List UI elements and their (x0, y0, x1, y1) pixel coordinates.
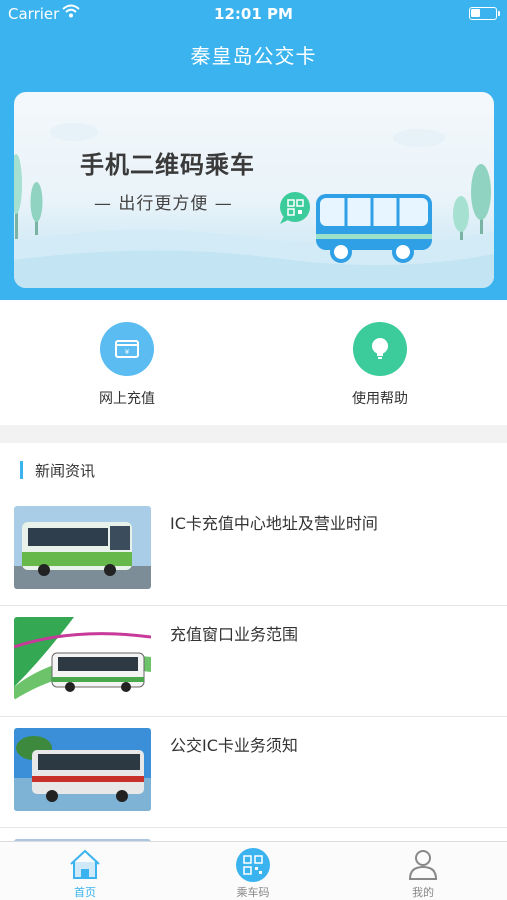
news-section-title: 新闻资讯 (35, 462, 96, 480)
svg-text:¥: ¥ (125, 348, 130, 356)
clock: 12:01 PM (214, 5, 293, 23)
user-icon (373, 846, 473, 882)
online-recharge-button[interactable]: ¥ 网上充值 (67, 322, 187, 408)
help-label: 使用帮助 (352, 391, 408, 407)
tab-ride-code[interactable]: 乘车码 (203, 846, 303, 900)
wallet-icon: ¥ (100, 322, 154, 376)
page-title: 秦皇岛公交卡 (190, 44, 317, 68)
news-title: IC卡充值中心地址及营业时间 (170, 514, 378, 533)
news-title: 公交IC卡业务须知 (170, 736, 298, 755)
quick-actions: ¥ 网上充值 使用帮助 (0, 300, 507, 425)
tab-mine-label: 我的 (412, 886, 434, 899)
news-header: 新闻资讯 (0, 443, 507, 497)
news-title: 充值窗口业务范围 (170, 625, 299, 644)
tab-home[interactable]: 首页 (35, 846, 135, 900)
banner-headline: 手机二维码乘车 (80, 151, 255, 179)
news-thumbnail (14, 728, 151, 811)
tab-bar: 首页 乘车码 我的 (0, 841, 507, 900)
news-thumbnail (14, 506, 151, 589)
tab-home-label: 首页 (74, 886, 96, 899)
tab-mine[interactable]: 我的 (373, 846, 473, 900)
news-item[interactable]: 公交IC卡业务须知 (0, 717, 507, 828)
news-item[interactable]: 充值窗口业务范围 (0, 606, 507, 717)
lightbulb-icon (353, 322, 407, 376)
promo-banner[interactable]: 手机二维码乘车 — 出行更方便 — (14, 92, 494, 288)
tab-ride-code-label: 乘车码 (236, 886, 270, 899)
news-thumbnail (14, 617, 151, 700)
online-recharge-label: 网上充值 (99, 391, 155, 407)
banner-illustration (14, 123, 494, 288)
home-icon (35, 846, 135, 882)
battery-icon (469, 7, 500, 20)
status-bar: Carrier 12:01 PM (0, 0, 507, 28)
section-accent-bar (20, 461, 23, 479)
header: Carrier 12:01 PM 秦皇岛公交卡 手机二维码乘车 — 出行更方便 … (0, 0, 507, 300)
news-section: 新闻资讯 IC卡充值中心地址及营业时间 充值窗口业务范围 公交IC卡业务须知 (0, 443, 507, 843)
qr-code-icon (203, 846, 303, 882)
news-item[interactable]: IC卡充值中心地址及营业时间 (0, 495, 507, 606)
banner-tagline: — 出行更方便 — (94, 194, 233, 214)
help-button[interactable]: 使用帮助 (320, 322, 440, 408)
